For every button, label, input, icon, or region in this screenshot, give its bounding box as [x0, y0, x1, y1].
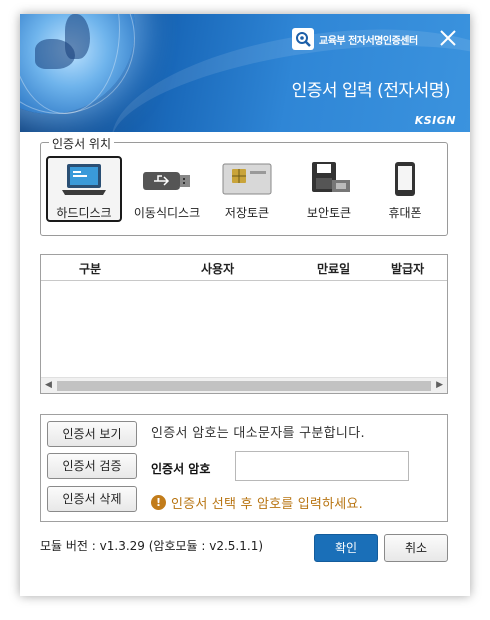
- column-header[interactable]: 만료일: [317, 260, 350, 277]
- cert-location-legend: 인증서 위치: [49, 135, 115, 152]
- scroll-left-icon[interactable]: ◀: [45, 380, 52, 390]
- horizontal-scrollbar[interactable]: ◀ ▶: [41, 377, 447, 393]
- cert-location-group: 인증서 위치 하드디스크 이동식디스크 저장토큰 보안토큰 휴대폰: [40, 135, 448, 236]
- table-header: 구분 사용자 만료일 발급자: [41, 255, 447, 281]
- password-group: 인증서 보기 인증서 검증 인증서 삭제 인증서 암호는 대소문자를 구분합니다…: [40, 414, 448, 522]
- verify-cert-button[interactable]: 인증서 검증: [47, 453, 137, 479]
- cancel-button[interactable]: 취소: [384, 534, 448, 562]
- module-version: 모듈 버전 : v1.3.29 (암호모듈 : v2.5.1.1): [40, 539, 264, 553]
- location-label: 하드디스크: [56, 206, 112, 220]
- scrollbar-thumb[interactable]: [57, 381, 431, 391]
- dialog-title: 인증서 입력 (전자서명): [291, 81, 451, 101]
- location-security-token[interactable]: 보안토큰: [291, 156, 367, 222]
- certificate-logo-icon: [292, 28, 314, 50]
- cert-list-table[interactable]: 구분 사용자 만료일 발급자 ◀ ▶: [40, 254, 448, 394]
- token-icon: [222, 160, 272, 201]
- ok-button[interactable]: 확인: [314, 534, 378, 562]
- password-input[interactable]: [235, 451, 409, 481]
- warning-text: 인증서 선택 후 암호를 입력하세요.: [171, 497, 363, 512]
- security-token-icon: [306, 160, 352, 201]
- column-header[interactable]: 사용자: [201, 260, 234, 277]
- moe-logo: 교육부 전자서명인증센터: [292, 28, 418, 50]
- scroll-right-icon[interactable]: ▶: [436, 380, 443, 390]
- password-label: 인증서 암호: [151, 462, 211, 476]
- location-label: 이동식디스크: [133, 206, 201, 220]
- location-label: 보안토큰: [306, 206, 352, 220]
- dialog-header: 교육부 전자서명인증센터 인증서 입력 (전자서명) KSIGN: [20, 14, 470, 132]
- location-harddisk[interactable]: 하드디스크: [46, 156, 122, 222]
- location-label: 휴대폰: [388, 206, 422, 220]
- globe-graphic: [20, 14, 135, 114]
- logo-text: 교육부 전자서명인증센터: [319, 35, 418, 47]
- view-cert-button[interactable]: 인증서 보기: [47, 421, 137, 447]
- location-removable-disk[interactable]: 이동식디스크: [129, 156, 205, 222]
- delete-cert-button[interactable]: 인증서 삭제: [47, 486, 137, 512]
- password-warning: ! 인증서 선택 후 암호를 입력하세요.: [151, 493, 363, 512]
- column-header[interactable]: 발급자: [391, 260, 424, 277]
- location-label: 저장토큰: [224, 206, 270, 220]
- password-hint: 인증서 암호는 대소문자를 구분합니다.: [151, 426, 365, 441]
- column-header[interactable]: 구분: [79, 260, 101, 277]
- close-icon: [440, 30, 456, 46]
- close-button[interactable]: [436, 26, 460, 50]
- usb-icon: [142, 160, 192, 201]
- cert-dialog: 교육부 전자서명인증센터 인증서 입력 (전자서명) KSIGN 인증서 위치 …: [20, 14, 470, 596]
- location-phone[interactable]: 휴대폰: [367, 156, 443, 222]
- laptop-icon: [61, 162, 107, 203]
- warning-icon: !: [151, 495, 166, 510]
- location-storage-token[interactable]: 저장토큰: [209, 156, 285, 222]
- phone-icon: [390, 160, 420, 201]
- ksign-logo: KSIGN: [414, 114, 456, 127]
